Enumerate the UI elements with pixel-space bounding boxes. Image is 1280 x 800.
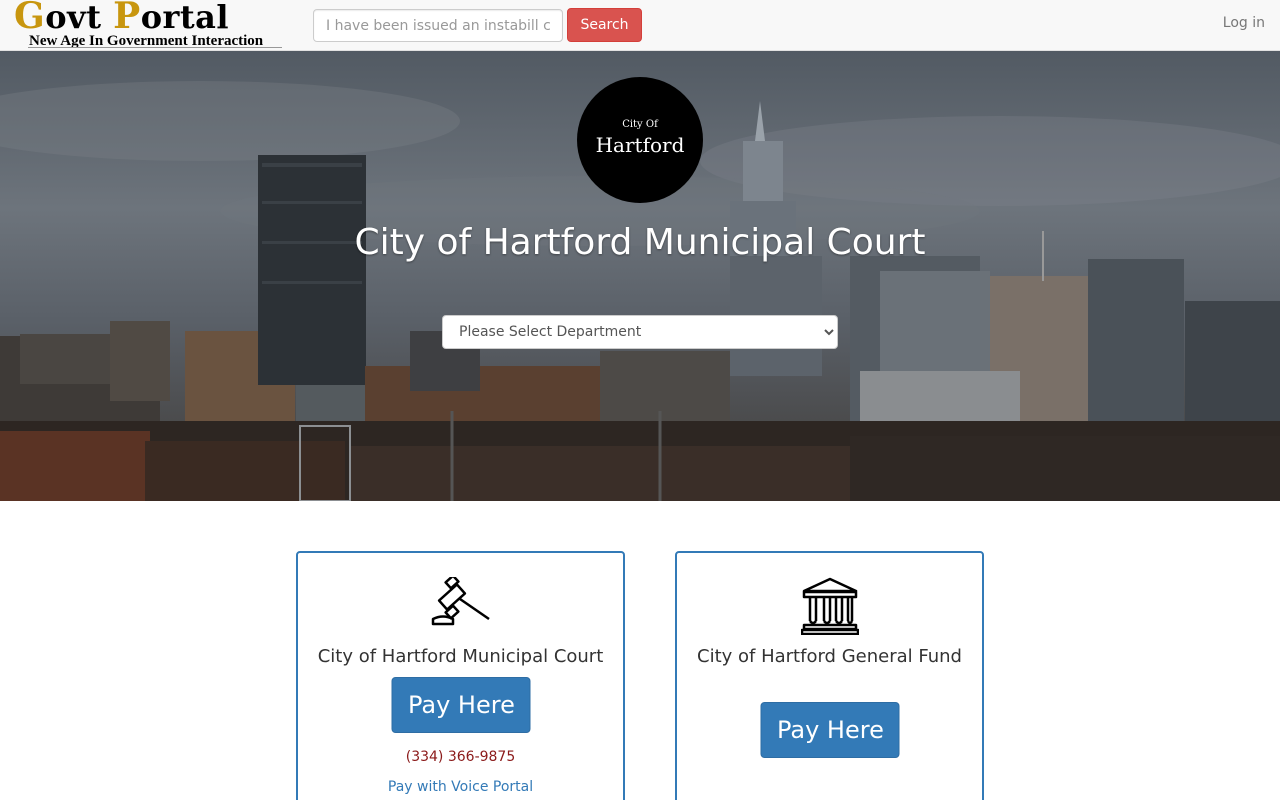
brand-word-ovt: ovt — [45, 0, 114, 36]
general-fund-card: City of Hartford General Fund Pay Here — [675, 551, 984, 800]
phone-number: (334) 366-9875 — [405, 749, 516, 765]
seal-small-text: City Of — [622, 119, 658, 130]
city-seal-logo: City Of Hartford — [577, 77, 703, 203]
courthouse-icon — [800, 577, 859, 635]
pay-here-button[interactable]: Pay Here — [760, 702, 899, 758]
voice-portal-link[interactable]: Pay with Voice Portal — [298, 779, 623, 795]
brand-title: Govt Portal — [14, 0, 229, 36]
search-button[interactable]: Search — [567, 8, 642, 42]
seal-city-name: Hartford — [595, 133, 685, 157]
department-select[interactable]: Please Select Department — [442, 315, 838, 349]
gavel-icon — [431, 577, 490, 626]
hero-banner: City Of Hartford City of Hartford Munici… — [0, 51, 1280, 501]
municipal-court-card: City of Hartford Municipal Court Pay Her… — [296, 551, 625, 800]
search-input[interactable] — [313, 9, 563, 42]
top-navbar: Govt Portal New Age In Government Intera… — [0, 0, 1280, 51]
pay-here-button[interactable]: Pay Here — [391, 677, 530, 733]
login-link[interactable]: Log in — [1223, 15, 1265, 31]
card-title: City of Hartford General Fund — [697, 646, 962, 667]
brand-logo[interactable]: Govt Portal New Age In Government Intera… — [14, 0, 284, 51]
brand-underline — [28, 47, 282, 48]
card-title: City of Hartford Municipal Court — [317, 646, 604, 667]
brand-word-ortal: ortal — [140, 0, 230, 36]
page-title: City of Hartford Municipal Court — [354, 222, 926, 263]
